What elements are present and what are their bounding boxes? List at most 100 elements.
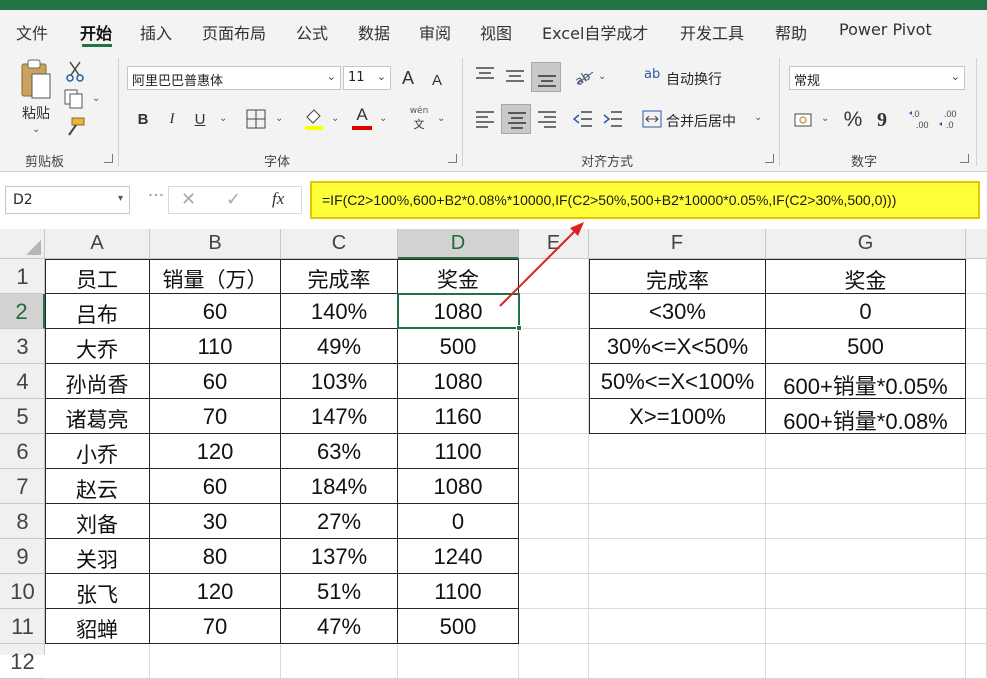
name-box[interactable]: D2 ▾ (5, 186, 130, 214)
cell[interactable] (589, 434, 766, 469)
font-size-select[interactable]: 11 ⌄ (343, 66, 391, 90)
table-header-cell[interactable]: 销量（万） (150, 259, 281, 294)
font-name-select[interactable]: 阿里巴巴普惠体 ⌄ (127, 66, 341, 90)
bold-button[interactable]: B (133, 108, 153, 130)
align-right-icon[interactable] (537, 110, 557, 128)
row-header-7[interactable]: 7 (0, 469, 45, 504)
cell[interactable] (519, 434, 589, 469)
tab-formulas[interactable]: 公式 (296, 20, 328, 44)
table-cell[interactable]: 吕布 (45, 294, 150, 329)
comma-style-button[interactable]: 9 (874, 107, 890, 133)
percent-style-button[interactable]: % (841, 107, 865, 133)
table-header-cell[interactable]: 奖金 (398, 259, 519, 294)
table-cell[interactable]: 60 (150, 364, 281, 399)
borders-icon[interactable] (246, 109, 266, 129)
cell[interactable] (966, 644, 987, 679)
decrease-indent-icon[interactable] (573, 110, 593, 128)
rules-header-cell[interactable]: 奖金 (766, 259, 966, 294)
dialog-launcher-icon[interactable]: . (765, 154, 774, 163)
row-header-2[interactable]: 2 (0, 294, 45, 329)
table-cell[interactable]: 1240 (398, 539, 519, 574)
table-cell[interactable]: 120 (150, 434, 281, 469)
cell[interactable] (589, 539, 766, 574)
chevron-down-icon[interactable]: ⌄ (598, 71, 606, 82)
chevron-down-icon[interactable]: ⌄ (437, 113, 445, 124)
rules-cell[interactable]: 500 (766, 329, 966, 364)
cell[interactable] (519, 539, 589, 574)
cancel-icon[interactable]: ✕ (181, 189, 196, 210)
row-header-12[interactable]: 12 (0, 644, 45, 679)
table-cell[interactable]: 500 (398, 609, 519, 644)
cell[interactable] (589, 644, 766, 679)
chevron-down-icon[interactable]: ⌄ (275, 113, 283, 124)
row-header-10[interactable]: 10 (0, 574, 45, 609)
table-cell[interactable]: 诸葛亮 (45, 399, 150, 434)
cell[interactable] (966, 329, 987, 364)
cut-icon[interactable] (65, 60, 85, 82)
row-header-6[interactable]: 6 (0, 434, 45, 469)
fill-handle[interactable] (516, 325, 522, 331)
format-painter-icon[interactable] (64, 116, 86, 138)
enter-check-icon[interactable]: ✓ (226, 189, 241, 210)
cell[interactable] (519, 399, 589, 434)
table-cell[interactable]: 30 (150, 504, 281, 539)
decrease-decimal-icon[interactable]: .00.0 (938, 108, 962, 130)
fill-color-icon[interactable] (303, 107, 325, 131)
column-header-b[interactable]: B (150, 229, 281, 259)
tab-developer[interactable]: 开发工具 (680, 20, 744, 44)
table-cell[interactable]: 51% (281, 574, 398, 609)
table-cell[interactable]: 0 (398, 504, 519, 539)
align-left-icon[interactable] (475, 110, 495, 128)
table-cell[interactable]: 小乔 (45, 434, 150, 469)
underline-button[interactable]: U (190, 108, 210, 130)
italic-button[interactable]: I (162, 108, 182, 130)
table-cell[interactable]: 刘备 (45, 504, 150, 539)
cell[interactable] (966, 539, 987, 574)
phonetic-guide-button[interactable]: wén 文 (406, 106, 432, 132)
increase-indent-icon[interactable] (603, 110, 623, 128)
tab-excel-self-study[interactable]: Excel自学成才 (542, 20, 648, 44)
cell[interactable] (519, 469, 589, 504)
cell[interactable] (589, 469, 766, 504)
rules-cell[interactable]: X>=100% (589, 399, 766, 434)
row-header-3[interactable]: 3 (0, 329, 45, 364)
table-cell[interactable]: 1080 (398, 364, 519, 399)
tab-insert[interactable]: 插入 (140, 20, 172, 44)
table-cell[interactable]: 大乔 (45, 329, 150, 364)
table-cell[interactable]: 80 (150, 539, 281, 574)
table-cell[interactable]: 500 (398, 329, 519, 364)
tab-data[interactable]: 数据 (358, 20, 390, 44)
table-cell[interactable]: 关羽 (45, 539, 150, 574)
font-color-button[interactable]: A (352, 105, 372, 125)
wrap-text-button[interactable]: ab 自动换行 (644, 66, 744, 90)
column-header-e[interactable]: E (519, 229, 589, 259)
cell[interactable] (766, 644, 966, 679)
orientation-icon[interactable]: ab (573, 66, 595, 86)
tab-file[interactable]: 文件 (16, 20, 48, 44)
rules-cell[interactable]: 0 (766, 294, 966, 329)
increase-font-size-button[interactable]: A (398, 66, 418, 90)
bottom-align-button[interactable] (531, 62, 561, 92)
row-header-8[interactable]: 8 (0, 504, 45, 539)
cell[interactable] (519, 259, 589, 294)
cell[interactable] (966, 469, 987, 504)
table-header-cell[interactable]: 完成率 (281, 259, 398, 294)
cell[interactable] (966, 364, 987, 399)
table-cell[interactable]: 137% (281, 539, 398, 574)
worksheet-grid[interactable]: 员工 销量（万） 完成率 奖金 完成率 奖金 吕布 60 140% 1080 <30% 0 大乔 110 4… (45, 259, 987, 679)
dialog-launcher-icon[interactable]: . (448, 154, 457, 163)
row-header-1[interactable]: 1 (0, 259, 45, 294)
accounting-format-icon[interactable] (793, 110, 815, 130)
cell[interactable] (589, 504, 766, 539)
cell[interactable] (766, 434, 966, 469)
cell[interactable] (966, 574, 987, 609)
table-cell[interactable]: 张飞 (45, 574, 150, 609)
table-cell[interactable]: 1100 (398, 434, 519, 469)
cell[interactable] (589, 574, 766, 609)
cell[interactable] (766, 574, 966, 609)
table-cell[interactable]: 103% (281, 364, 398, 399)
dialog-launcher-icon[interactable]: . (960, 154, 969, 163)
table-cell[interactable]: 63% (281, 434, 398, 469)
cell[interactable] (398, 644, 519, 679)
column-header-g[interactable]: G (766, 229, 966, 259)
